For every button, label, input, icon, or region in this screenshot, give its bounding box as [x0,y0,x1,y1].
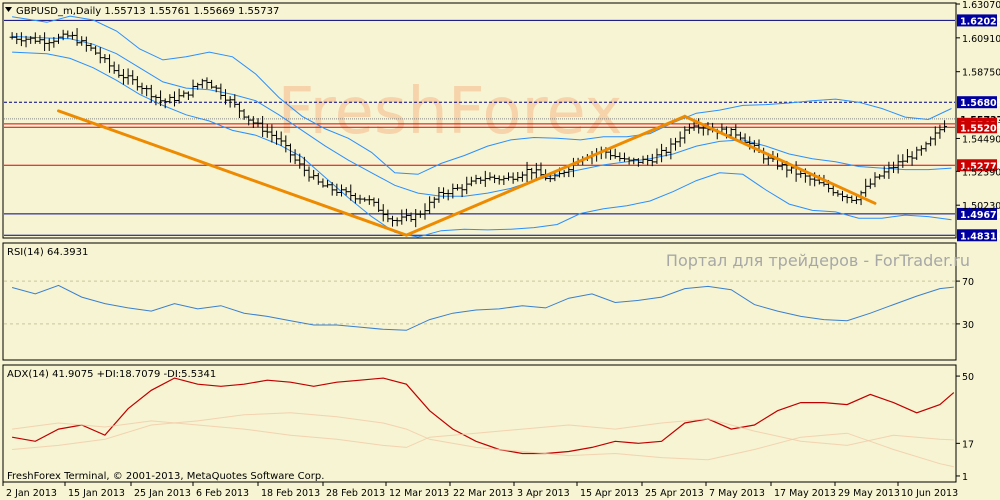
fortrader-watermark: Портал для трейдеров - ForTrader.ru [666,251,970,270]
price-tick-label: 1.50230 [962,201,1000,212]
rsi-label: RSI(14) 64.3931 [7,247,88,258]
date-tick-label: 3 Apr 2013 [517,488,570,499]
price-tick-label: 1.54490 [962,134,1000,145]
date-tick-label: 15 Jan 2013 [68,488,125,499]
price-tick-label: 1.60910 [962,34,1000,45]
price-tick-label: 1.52390 [962,167,1000,178]
date-tick-label: 25 Jan 2013 [134,488,191,499]
trendline [683,114,877,205]
freshforex-watermark: FreshForex [277,75,622,149]
adx-tick-label: 50 [962,372,974,383]
rsi-series-line [11,284,954,331]
date-tick-label: 7 May 2013 [709,488,765,499]
main-price-panel: FreshForex 1.620231.568031.557371.554231… [2,0,1000,242]
level-label: 1.62023 [960,16,1000,27]
adx-axis: 50 17 1 [956,372,974,483]
date-tick-label: 29 May 2013 [838,488,900,499]
rsi-line [11,284,954,331]
price-tick-label: 1.63070 [962,0,1000,11]
date-tick-label: 17 May 2013 [774,488,836,499]
adx-tick-label: 1 [962,472,968,483]
trading-terminal-chart: FreshForex 1.620231.568031.557371.554231… [2,0,1000,499]
date-axis: 2 Jan 2013 15 Jan 2013 25 Jan 2013 6 Feb 20… [2,482,958,499]
level-label: 1.48310 [960,231,1000,242]
date-tick-label: 15 Apr 2013 [580,488,639,499]
copyright-text: FreshForex Terminal, © 2001-2013, MetaQu… [7,471,324,482]
level-label: 1.56803 [960,98,1000,109]
adx-panel-frame [2,364,957,483]
adx-panel: ADX(14) 41.9075 +DI:18.7079 -DI:5.5341 5… [2,364,974,483]
date-tick-label: 6 Feb 2013 [196,488,249,499]
symbol-info: GBPUSD_m,Daily 1.55713 1.55761 1.55669 1… [16,6,279,17]
rsi-panel: RSI(14) 64.3931 Портал для трейдеров - F… [2,242,974,361]
rsi-tick-label: 30 [962,320,974,331]
rsi-tick-label: 70 [962,277,974,288]
adx-label: ADX(14) 41.9075 +DI:18.7079 -DI:5.5341 [7,369,216,380]
rsi-axis: 70 30 [956,277,974,331]
date-tick-label: 2 Jan 2013 [6,488,57,499]
rsi-levels [4,280,955,325]
date-tick-label: 28 Feb 2013 [326,488,385,499]
date-tick-label: 10 Jun 2013 [901,488,958,499]
adx-tick-label: 17 [962,439,974,450]
level-label: 1.55203 [960,123,1000,134]
price-tick-label: 1.58750 [962,68,1000,79]
triangle-down-icon[interactable] [5,7,12,12]
symbol-header: GBPUSD_m,Daily 1.55713 1.55761 1.55669 1… [5,6,279,17]
date-tick-label: 25 Apr 2013 [645,488,704,499]
date-tick-label: 12 Mar 2013 [389,488,449,499]
date-tick-label: 22 Mar 2013 [453,488,513,499]
adx-lines [11,377,955,468]
date-tick-label: 18 Feb 2013 [261,488,320,499]
